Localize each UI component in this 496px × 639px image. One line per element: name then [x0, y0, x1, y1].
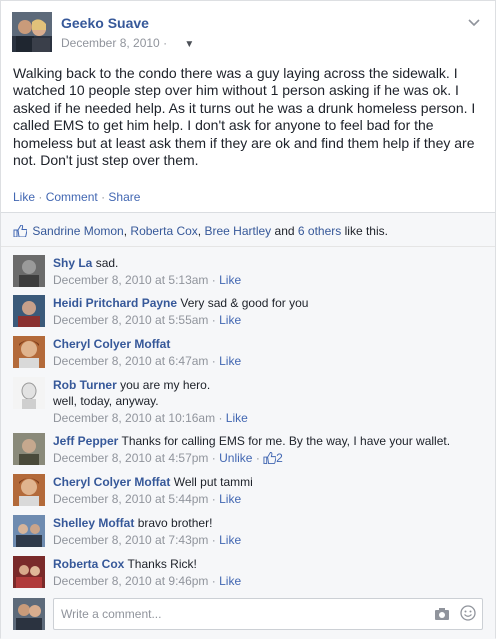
comment-like-link[interactable]: Like: [219, 354, 241, 368]
comment-text: Thanks Rick!: [127, 557, 197, 571]
comment-timestamp[interactable]: December 8, 2010 at 4:57pm: [53, 451, 208, 465]
commenter-avatar[interactable]: [13, 336, 45, 368]
post-date-separator: ·: [163, 36, 168, 50]
commenter-avatar[interactable]: [13, 515, 45, 547]
likes-summary: Sandrine Momon, Roberta Cox, Bree Hartle…: [13, 224, 388, 238]
thumbs-up-icon: [13, 224, 28, 238]
comment-timestamp[interactable]: December 8, 2010 at 5:13am: [53, 273, 208, 287]
comment-timestamp[interactable]: December 8, 2010 at 10:16am: [53, 411, 215, 425]
liker-link[interactable]: Sandrine Momon: [32, 224, 123, 238]
comment-body: Rob Turner you are my hero. well, today,…: [53, 377, 483, 427]
comment-body: Cheryl Colyer Moffat Well put tammi Dece…: [53, 475, 253, 506]
commenter-avatar[interactable]: [13, 377, 45, 409]
comment-like-link[interactable]: Like: [219, 313, 241, 327]
commenter-name[interactable]: Roberta Cox: [53, 557, 124, 571]
comment: Cheryl Colyer Moffat Well put tammi Dece…: [13, 474, 483, 510]
commenter-avatar[interactable]: [13, 556, 45, 588]
caret-down-icon[interactable]: ▼: [184, 39, 194, 50]
comment-timestamp[interactable]: December 8, 2010 at 9:46pm: [53, 574, 208, 588]
current-user-avatar: [13, 598, 45, 630]
comment-body: Roberta Cox Thanks Rick! December 8, 201…: [53, 557, 242, 588]
commenter-name[interactable]: Jeff Pepper: [53, 434, 118, 448]
commenter-name[interactable]: Cheryl Colyer Moffat: [53, 475, 170, 489]
comment-text: you are my hero.: [120, 378, 211, 392]
liker-link[interactable]: Roberta Cox: [130, 224, 197, 238]
commenter-avatar[interactable]: [13, 433, 45, 465]
comment-like-count[interactable]: 2: [276, 451, 283, 465]
comment-timestamp[interactable]: December 8, 2010 at 5:44pm: [53, 492, 208, 506]
commenter-name[interactable]: Cheryl Colyer Moffat: [53, 337, 170, 351]
comment-like-link[interactable]: Like: [226, 411, 248, 425]
comment-timestamp[interactable]: December 8, 2010 at 7:43pm: [53, 533, 208, 547]
chevron-down-icon[interactable]: [468, 14, 480, 30]
action-separator: ·: [38, 190, 43, 204]
comment-body: Jeff Pepper Thanks for calling EMS for m…: [53, 434, 451, 465]
commenter-avatar[interactable]: [13, 295, 45, 327]
action-separator: ·: [101, 190, 106, 204]
comment: Shy La sad. December 8, 2010 at 5:13am ·…: [13, 255, 483, 291]
comment-link[interactable]: Comment: [46, 190, 98, 204]
comment-text: sad.: [95, 256, 119, 270]
post-date[interactable]: December 8, 2010: [61, 36, 160, 50]
smiley-icon[interactable]: [460, 605, 476, 624]
thumbs-up-icon[interactable]: [263, 451, 277, 465]
comment: Heidi Pritchard Payne Very sad & good fo…: [13, 295, 483, 331]
comment-like-link[interactable]: Like: [219, 273, 241, 287]
post-card: Geeko Suave December 8, 2010 · ▼ Walking…: [0, 0, 496, 639]
liker-link[interactable]: Bree Hartley: [204, 224, 271, 238]
comment-text: Very sad & good for you: [180, 296, 309, 310]
comment-text: Thanks for calling EMS for me. By the wa…: [121, 434, 451, 448]
comment-body: Shy La sad. December 8, 2010 at 5:13am ·…: [53, 256, 242, 287]
comment-composer: Write a comment...: [13, 598, 483, 630]
comment-input[interactable]: Write a comment...: [53, 598, 483, 630]
commenter-avatar[interactable]: [13, 255, 45, 287]
share-link[interactable]: Share: [108, 190, 140, 204]
comment-timestamp[interactable]: December 8, 2010 at 5:55am: [53, 313, 208, 327]
author-avatar[interactable]: [12, 12, 52, 52]
comment-text: bravo brother!: [137, 516, 213, 530]
comment: Jeff Pepper Thanks for calling EMS for m…: [13, 433, 483, 469]
comment-body: Cheryl Colyer Moffat December 8, 2010 at…: [53, 337, 242, 368]
feedback-section: Sandrine Momon, Roberta Cox, Bree Hartle…: [1, 213, 495, 639]
camera-icon[interactable]: [434, 608, 454, 624]
like-link[interactable]: Like: [13, 190, 35, 204]
others-link[interactable]: 6 others: [298, 224, 341, 238]
comment-unlike-link[interactable]: Unlike: [219, 451, 252, 465]
commenter-name[interactable]: Shy La: [53, 256, 92, 270]
commenter-name[interactable]: Shelley Moffat: [53, 516, 134, 530]
comment-body: Shelley Moffat bravo brother! December 8…: [53, 516, 242, 547]
post-text: Walking back to the condo there was a gu…: [13, 65, 476, 169]
comment-like-link[interactable]: Like: [219, 492, 241, 506]
comment-like-link[interactable]: Like: [219, 574, 241, 588]
input-icons: [428, 605, 476, 624]
post-actions: Like · Comment · Share: [13, 190, 140, 204]
comment-text: Well put tammi: [173, 475, 253, 489]
comment: Rob Turner you are my hero. well, today,…: [13, 377, 483, 425]
commenter-avatar[interactable]: [13, 474, 45, 506]
comment: Roberta Cox Thanks Rick! December 8, 201…: [13, 556, 483, 592]
commenter-name[interactable]: Heidi Pritchard Payne: [53, 296, 177, 310]
comment-body: Heidi Pritchard Payne Very sad & good fo…: [53, 296, 309, 327]
comment: Cheryl Colyer Moffat December 8, 2010 at…: [13, 336, 483, 372]
post-author[interactable]: Geeko Suave: [61, 15, 149, 31]
comment: Shelley Moffat bravo brother! December 8…: [13, 515, 483, 551]
comment-like-link[interactable]: Like: [219, 533, 241, 547]
post-meta: December 8, 2010 · ▼: [61, 36, 194, 50]
post-header: Geeko Suave December 8, 2010 · ▼: [12, 12, 482, 54]
comment-text: well, today, anyway.: [53, 394, 159, 408]
divider: [1, 246, 495, 247]
commenter-name[interactable]: Rob Turner: [53, 378, 117, 392]
comment-timestamp[interactable]: December 8, 2010 at 6:47am: [53, 354, 208, 368]
